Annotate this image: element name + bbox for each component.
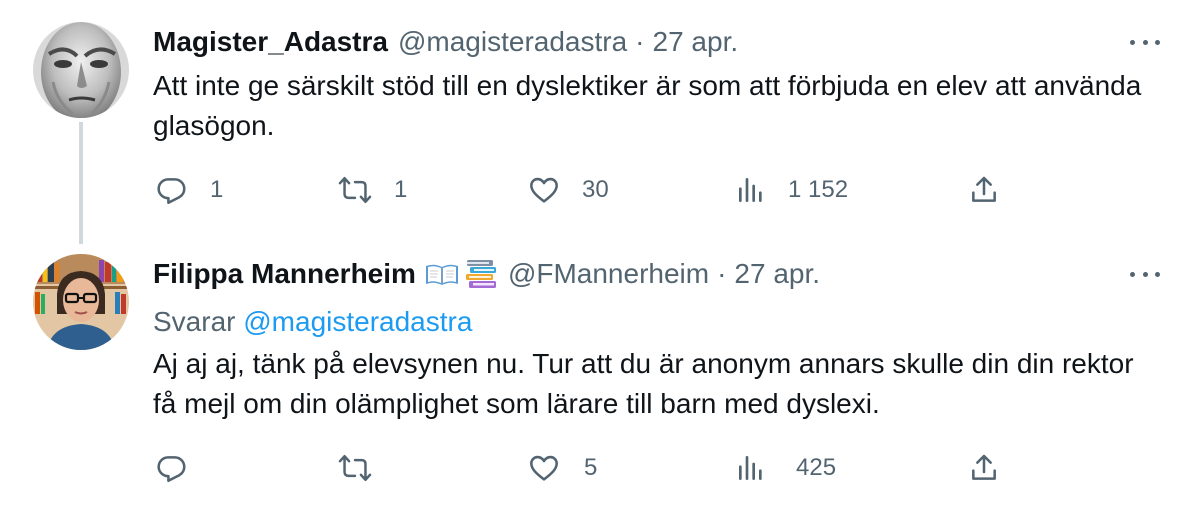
share-button[interactable] xyxy=(968,448,1000,488)
tweet-actions: 1 1 30 1 152 xyxy=(0,170,1198,210)
retweet-button[interactable] xyxy=(338,448,394,488)
retweet-count: 1 xyxy=(394,176,408,203)
retweet-icon xyxy=(338,176,372,204)
tweet[interactable]: Filippa Mannerheim @FMannerheim · 27 apr… xyxy=(0,232,1198,510)
reply-count: 1 xyxy=(210,176,224,203)
tweet-text: Aj aj aj, tänk på elevsynen nu. Tur att … xyxy=(153,348,1134,419)
like-count: 30 xyxy=(582,176,609,203)
views-button[interactable]: 1 152 xyxy=(736,170,848,210)
retweet-icon xyxy=(338,454,372,482)
like-icon xyxy=(530,455,558,481)
share-icon xyxy=(972,454,996,480)
more-icon[interactable] xyxy=(1130,262,1160,286)
tweet-header: Filippa Mannerheim @FMannerheim · 27 apr… xyxy=(153,256,820,292)
views-button[interactable]: 425 xyxy=(736,448,836,488)
display-name[interactable]: Magister_Adastra xyxy=(153,24,388,60)
conversation-thread: Magister_Adastra @magisteradastra · 27 a… xyxy=(0,0,1198,510)
like-icon xyxy=(530,177,558,203)
avatar[interactable] xyxy=(33,254,129,350)
retweet-button[interactable]: 1 xyxy=(338,170,407,210)
replying-prefix: Svarar xyxy=(153,306,236,337)
reply-icon xyxy=(157,456,186,483)
like-button[interactable]: 30 xyxy=(528,170,609,210)
tweet-date[interactable]: 27 apr. xyxy=(734,256,820,292)
views-icon xyxy=(739,456,762,480)
like-count: 5 xyxy=(584,454,598,481)
replying-mention-link[interactable]: @magisteradastra xyxy=(243,306,472,337)
open-book-emoji xyxy=(425,264,458,285)
tweet-header: Magister_Adastra @magisteradastra · 27 a… xyxy=(153,24,738,60)
reply-button[interactable]: 1 xyxy=(156,170,223,210)
name-emoji xyxy=(424,258,498,290)
share-icon xyxy=(972,176,996,202)
views-icon xyxy=(739,178,762,202)
reply-icon xyxy=(157,178,186,205)
avatar[interactable] xyxy=(33,22,129,118)
tweet-actions: 5 425 xyxy=(0,448,1198,488)
views-count: 1 152 xyxy=(788,176,849,203)
woman-glasses-bookshelf-avatar-image xyxy=(33,254,129,350)
display-name[interactable]: Filippa Mannerheim xyxy=(153,256,416,292)
share-button[interactable] xyxy=(968,170,1000,210)
tweet-date[interactable]: 27 apr. xyxy=(653,24,739,60)
like-button[interactable]: 5 xyxy=(528,448,597,488)
separator: · xyxy=(635,26,645,57)
user-handle[interactable]: @magisteradastra xyxy=(398,24,627,60)
user-handle[interactable]: @FMannerheim xyxy=(508,256,709,292)
separator: · xyxy=(717,258,727,289)
more-icon[interactable] xyxy=(1130,30,1160,54)
views-count: 425 xyxy=(796,454,837,481)
statue-face-avatar-image xyxy=(33,22,129,118)
tweet-text: Att inte ge särskilt stöd till en dyslek… xyxy=(153,70,1142,141)
replying-to: Svarar @magisteradastra xyxy=(153,304,472,340)
books-emoji xyxy=(465,260,496,288)
tweet[interactable]: Magister_Adastra @magisteradastra · 27 a… xyxy=(0,0,1198,232)
reply-button[interactable] xyxy=(156,448,210,488)
